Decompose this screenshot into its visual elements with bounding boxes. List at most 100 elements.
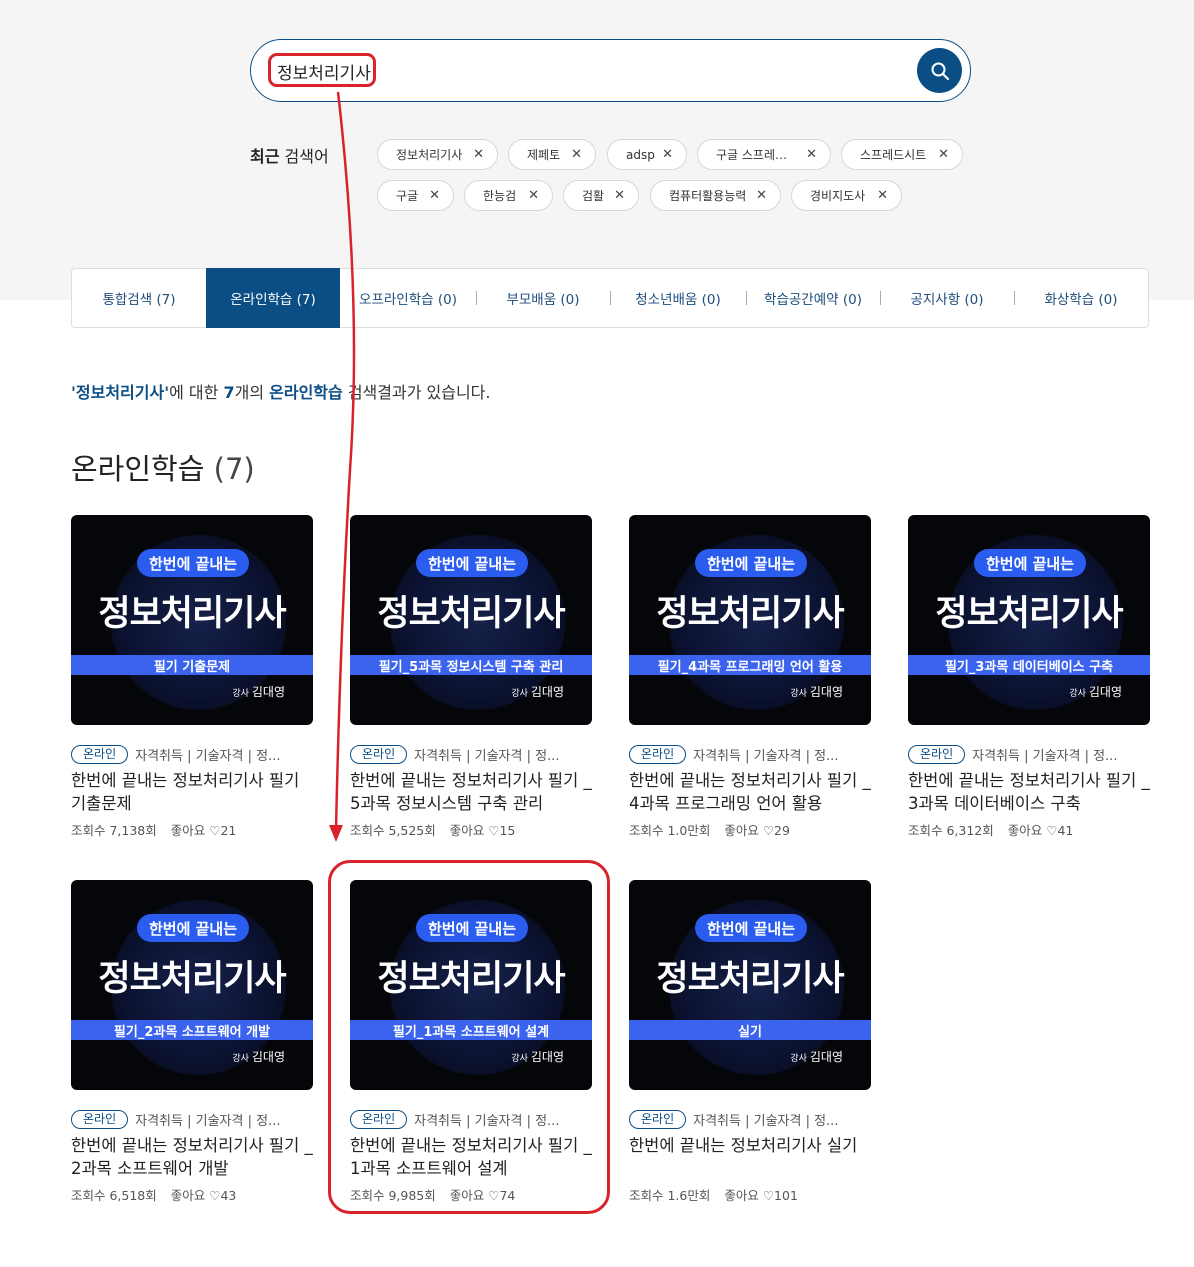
- recent-keyword-chip[interactable]: 제페토 ✕: [508, 139, 596, 170]
- online-badge: 온라인: [629, 744, 687, 764]
- thumbnail-subject-bar: 필기_2과목 소프트웨어 개발: [71, 1020, 313, 1040]
- recent-keyword-chip[interactable]: 스프레드시트 ✕: [841, 139, 963, 170]
- course-thumbnail[interactable]: 한번에 끝내는 정보처리기사 필기 기출문제 강사 김대영: [71, 515, 313, 725]
- close-icon[interactable]: ✕: [528, 189, 539, 203]
- course-thumbnail[interactable]: 한번에 끝내는정보처리기사필기_2과목 소프트웨어 개발강사 김대영: [71, 880, 313, 1090]
- course-title[interactable]: 한번에 끝내는 정보처리기사 필기 _5과목 정보시스템 구축 관리: [350, 769, 592, 815]
- course-category: 자격취득 | 기술자격 | 정...: [693, 1113, 839, 1129]
- like-count[interactable]: 좋아요 ♡29: [724, 823, 790, 838]
- tab-video-learning[interactable]: 화상학습 (0): [1014, 269, 1148, 327]
- close-icon[interactable]: ✕: [938, 148, 949, 162]
- view-count: 조회수 1.0만회: [629, 823, 711, 838]
- recent-searches-label: 최근 검색어: [250, 147, 329, 166]
- course-thumbnail[interactable]: 한번에 끝내는정보처리기사필기_3과목 데이터베이스 구축강사 김대영: [908, 515, 1150, 725]
- course-category: 자격취득 | 기술자격 | 정...: [135, 748, 281, 764]
- thumbnail-tagline: 한번에 끝내는: [695, 549, 807, 577]
- close-icon[interactable]: ✕: [571, 148, 582, 162]
- thumbnail-instructor: 강사 김대영: [511, 685, 564, 699]
- thumbnail-subject-bar: 실기: [629, 1020, 871, 1040]
- view-count: 조회수 5,525회: [350, 823, 436, 838]
- close-icon[interactable]: ✕: [877, 189, 888, 203]
- like-count[interactable]: 좋아요 ♡15: [450, 823, 516, 838]
- thumbnail-tagline: 한번에 끝내는: [974, 549, 1086, 577]
- course-title[interactable]: 한번에 끝내는 정보처리기사 실기: [629, 1134, 871, 1157]
- tab-parent-learning[interactable]: 부모배움 (0): [476, 269, 610, 327]
- tab-youth-learning[interactable]: 청소년배움 (0): [610, 269, 746, 327]
- course-category: 자격취득 | 기술자격 | 정...: [972, 748, 1118, 764]
- thumbnail-instructor: 강사 김대영: [232, 1050, 285, 1064]
- recent-keyword-chip[interactable]: 구글 스프레드시트✕: [697, 139, 831, 170]
- search-button[interactable]: [917, 48, 962, 93]
- tab-offline-learning[interactable]: 오프라인학습 (0): [340, 269, 476, 327]
- thumbnail-instructor: 강사 김대영: [1069, 685, 1122, 699]
- category-tabs: 통합검색 (7) 온라인학습 (7) 오프라인학습 (0) 부모배움 (0) 청…: [71, 268, 1149, 328]
- course-thumbnail[interactable]: 한번에 끝내는 정보처리기사 필기_4과목 프로그래밍 언어 활용 강사 김대영: [629, 515, 871, 725]
- view-count: 조회수 1.6만회: [629, 1188, 711, 1203]
- view-count: 조회수 7,138회: [71, 823, 157, 838]
- thumbnail-tagline: 한번에 끝내는: [695, 914, 807, 942]
- online-badge: 온라인: [350, 744, 408, 764]
- card-meta: 온라인 자격취득 | 기술자격 | 정...: [71, 1109, 313, 1129]
- thumbnail-instructor: 강사 김대영: [790, 1050, 843, 1064]
- search-icon: [931, 62, 949, 80]
- thumbnail-tagline: 한번에 끝내는: [416, 549, 528, 577]
- tab-space-reservation[interactable]: 학습공간예약 (0): [746, 269, 880, 327]
- close-icon[interactable]: ✕: [662, 148, 673, 162]
- course-title[interactable]: 한번에 끝내는 정보처리기사 필기 _2과목 소프트웨어 개발: [71, 1134, 313, 1180]
- thumbnail-subject-bar: 필기 기출문제: [71, 655, 313, 675]
- like-count[interactable]: 좋아요 ♡101: [724, 1188, 798, 1203]
- course-title[interactable]: 한번에 끝내는 정보처리기사 필기 기출문제: [71, 769, 313, 815]
- close-icon[interactable]: ✕: [614, 189, 625, 203]
- online-badge: 온라인: [71, 744, 129, 764]
- recent-keyword-chip[interactable]: 한능검 ✕: [464, 180, 553, 211]
- tab-integrated-search[interactable]: 통합검색 (7): [72, 269, 206, 327]
- recent-keyword-chip[interactable]: adsp ✕: [607, 139, 687, 170]
- thumbnail-subject-bar: 필기_3과목 데이터베이스 구축: [908, 655, 1150, 675]
- course-stats: 조회수 1.0만회 좋아요 ♡29: [629, 820, 790, 839]
- card-meta: 온라인 자격취득 | 기술자격 | 정...: [629, 1109, 871, 1129]
- thumbnail-title: 정보처리기사: [98, 959, 286, 999]
- thumbnail-title: 정보처리기사: [656, 959, 844, 999]
- course-title[interactable]: 한번에 끝내는 정보처리기사 필기 _3과목 데이터베이스 구축: [908, 769, 1150, 815]
- view-count: 조회수 6,518회: [71, 1188, 157, 1203]
- thumbnail-subject-bar: 필기_4과목 프로그래밍 언어 활용: [629, 655, 871, 675]
- recent-keyword-chip[interactable]: 컴퓨터활용능력 ✕: [650, 180, 781, 211]
- card-meta: 온라인 자격취득 | 기술자격 | 정...: [350, 744, 592, 764]
- course-thumbnail[interactable]: 한번에 끝내는정보처리기사실기강사 김대영: [629, 880, 871, 1090]
- thumbnail-tagline: 한번에 끝내는: [137, 549, 249, 577]
- online-badge: 온라인: [71, 1109, 129, 1129]
- course-category: 자격취득 | 기술자격 | 정...: [693, 748, 839, 764]
- thumbnail-title: 정보처리기사: [377, 594, 565, 634]
- online-badge: 온라인: [908, 744, 966, 764]
- close-icon[interactable]: ✕: [473, 148, 484, 162]
- thumbnail-title: 정보처리기사: [656, 594, 844, 634]
- view-count: 조회수 6,312회: [908, 823, 994, 838]
- tab-notices[interactable]: 공지사항 (0): [880, 269, 1014, 327]
- thumbnail-title: 정보처리기사: [935, 594, 1123, 634]
- course-thumbnail[interactable]: 한번에 끝내는정보처리기사필기_5과목 정보시스템 구축 관리강사 김대영: [350, 515, 592, 725]
- course-stats: 조회수 5,525회 좋아요 ♡15: [350, 820, 515, 839]
- recent-keyword-chip[interactable]: 정보처리기사 ✕: [377, 139, 498, 170]
- recent-keyword-chip[interactable]: 구글 ✕: [377, 180, 454, 211]
- result-summary: '정보처리기사'에 대한 7개의 온라인학습 검색결과가 있습니다.: [71, 383, 491, 402]
- course-stats: 조회수 6,518회 좋아요 ♡43: [71, 1185, 236, 1204]
- like-count[interactable]: 좋아요 ♡41: [1008, 823, 1074, 838]
- thumbnail-subject-bar: 필기_5과목 정보시스템 구축 관리: [350, 655, 592, 675]
- course-title[interactable]: 한번에 끝내는 정보처리기사 필기 _4과목 프로그래밍 언어 활용: [629, 769, 871, 815]
- card-meta: 온라인 자격취득 | 기술자격 | 정...: [629, 744, 871, 764]
- thumbnail-instructor: 강사 김대영: [232, 685, 285, 699]
- like-count[interactable]: 좋아요 ♡43: [171, 1188, 237, 1203]
- course-stats: 조회수 6,312회 좋아요 ♡41: [908, 820, 1073, 839]
- course-stats: 조회수 7,138회 좋아요 ♡21: [71, 820, 236, 839]
- recent-keyword-chip[interactable]: 경비지도사 ✕: [791, 180, 902, 211]
- card-meta: 온라인 자격취득 | 기술자격 | 정...: [908, 744, 1150, 764]
- close-icon[interactable]: ✕: [756, 189, 767, 203]
- close-icon[interactable]: ✕: [806, 148, 817, 162]
- course-stats: 조회수 1.6만회 좋아요 ♡101: [629, 1185, 798, 1204]
- course-category: 자격취득 | 기술자격 | 정...: [414, 748, 560, 764]
- tab-online-learning[interactable]: 온라인학습 (7): [206, 268, 340, 328]
- recent-keyword-chip[interactable]: 검활 ✕: [563, 180, 639, 211]
- thumbnail-tagline: 한번에 끝내는: [137, 914, 249, 942]
- close-icon[interactable]: ✕: [429, 189, 440, 203]
- like-count[interactable]: 좋아요 ♡21: [171, 823, 237, 838]
